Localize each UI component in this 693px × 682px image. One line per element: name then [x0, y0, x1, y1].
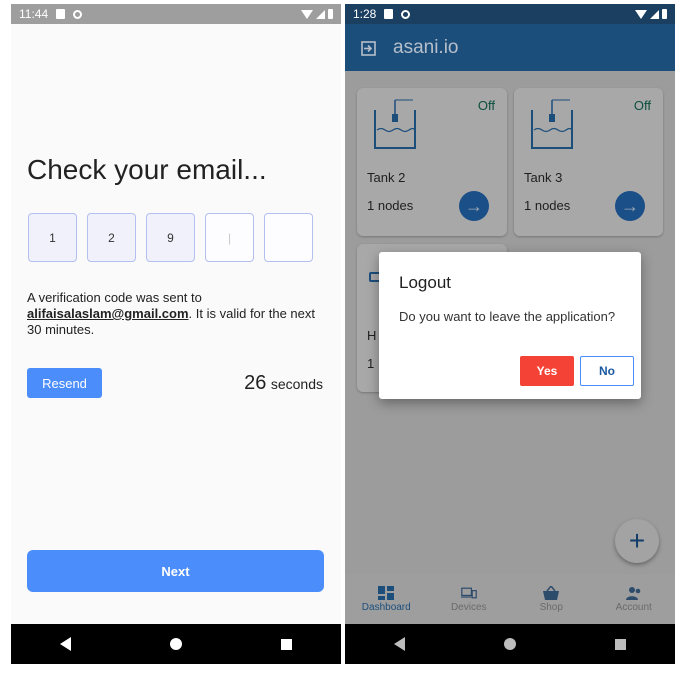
status-time: 11:44: [19, 7, 49, 21]
verification-screen: 11:44 Check your email... 1 2 9 | A veri…: [11, 4, 341, 664]
sync-icon: [73, 9, 83, 19]
nav-devices[interactable]: Devices: [434, 586, 504, 613]
tank-status: Off: [633, 98, 651, 113]
code-digit-2[interactable]: 2: [87, 213, 136, 262]
shop-basket-icon: [543, 585, 560, 600]
status-bar: 1:28: [345, 4, 675, 24]
arrow-right-icon[interactable]: →: [615, 191, 645, 221]
code-digit-4[interactable]: |: [205, 213, 254, 262]
nav-label: Shop: [539, 601, 563, 613]
recent-apps-icon[interactable]: [614, 638, 626, 650]
devices-icon: [460, 587, 477, 598]
code-digit-3[interactable]: 9: [146, 213, 195, 262]
home-icon[interactable]: [503, 638, 516, 650]
nav-label: Account: [615, 601, 652, 613]
arrow-right-icon[interactable]: →: [459, 191, 489, 221]
code-digit-5[interactable]: [264, 213, 313, 262]
back-icon[interactable]: [60, 637, 72, 651]
verification-info: A verification code was sent to alifaisa…: [27, 290, 327, 338]
tank-name: Tank 3: [524, 170, 563, 185]
status-time: 1:28: [353, 7, 377, 21]
system-nav-bar: [11, 624, 341, 664]
countdown-value: 26: [244, 372, 267, 394]
countdown-timer: 26 seconds: [244, 372, 323, 395]
dashboard-icon: [378, 585, 395, 600]
code-digit-1[interactable]: 1: [28, 213, 77, 262]
next-button[interactable]: Next: [27, 550, 324, 592]
app-bar: asani.io: [345, 24, 675, 71]
tank-nodes: 1 nodes: [367, 198, 414, 213]
nav-shop[interactable]: Shop: [516, 585, 586, 613]
dialog-title: Logout: [399, 273, 451, 292]
email-address: alifaisalaslam@gmail.com: [27, 306, 189, 321]
no-button[interactable]: No: [580, 356, 634, 386]
tank-card[interactable]: Off Tank 2 1 nodes →: [357, 88, 507, 236]
nav-label: Devices: [450, 601, 487, 613]
yes-button[interactable]: Yes: [520, 356, 574, 386]
tank-icon: [530, 98, 574, 157]
home-icon[interactable]: [169, 638, 182, 650]
plus-icon: +: [628, 525, 646, 556]
signal-icon: [650, 9, 659, 19]
sd-card-icon: [384, 9, 394, 19]
system-nav-bar: [345, 624, 675, 664]
app-title: asani.io: [393, 36, 459, 58]
page-title: Check your email...: [27, 154, 267, 185]
info-prefix: A verification code was sent to: [27, 290, 202, 305]
countdown-unit: seconds: [270, 376, 323, 392]
nav-label: Dashboard: [361, 601, 411, 613]
wifi-icon: [635, 9, 647, 19]
device-name: H: [367, 328, 377, 343]
signal-icon: [316, 9, 325, 19]
tank-status: Off: [477, 98, 495, 113]
battery-icon: [328, 9, 333, 19]
logout-icon[interactable]: [361, 40, 376, 56]
dialog-message: Do you want to leave the application?: [399, 309, 616, 324]
bottom-navigation: Dashboard Devices Shop Account: [345, 574, 675, 624]
logout-dialog: Logout Do you want to leave the applicat…: [379, 252, 641, 399]
nav-dashboard[interactable]: Dashboard: [351, 585, 421, 613]
device-nodes: 1: [367, 356, 375, 371]
dashboard-screen: 1:28 asani.io Off Tank 2 1 nodes → Off T…: [345, 4, 675, 664]
tank-card[interactable]: Off Tank 3 1 nodes →: [514, 88, 663, 236]
code-input-group: 1 2 9 |: [28, 213, 313, 262]
wifi-icon: [301, 9, 313, 19]
nav-account[interactable]: Account: [599, 586, 669, 613]
back-icon[interactable]: [394, 637, 406, 651]
add-button[interactable]: +: [615, 519, 659, 563]
tank-nodes: 1 nodes: [524, 198, 571, 213]
recent-apps-icon[interactable]: [280, 638, 292, 650]
resend-button[interactable]: Resend: [27, 368, 102, 398]
battery-icon: [662, 9, 667, 19]
account-icon: [625, 586, 641, 600]
tank-name: Tank 2: [367, 170, 406, 185]
status-bar: 11:44: [11, 4, 341, 24]
sync-icon: [401, 9, 411, 19]
sd-card-icon: [56, 9, 66, 19]
tank-icon: [373, 98, 417, 157]
